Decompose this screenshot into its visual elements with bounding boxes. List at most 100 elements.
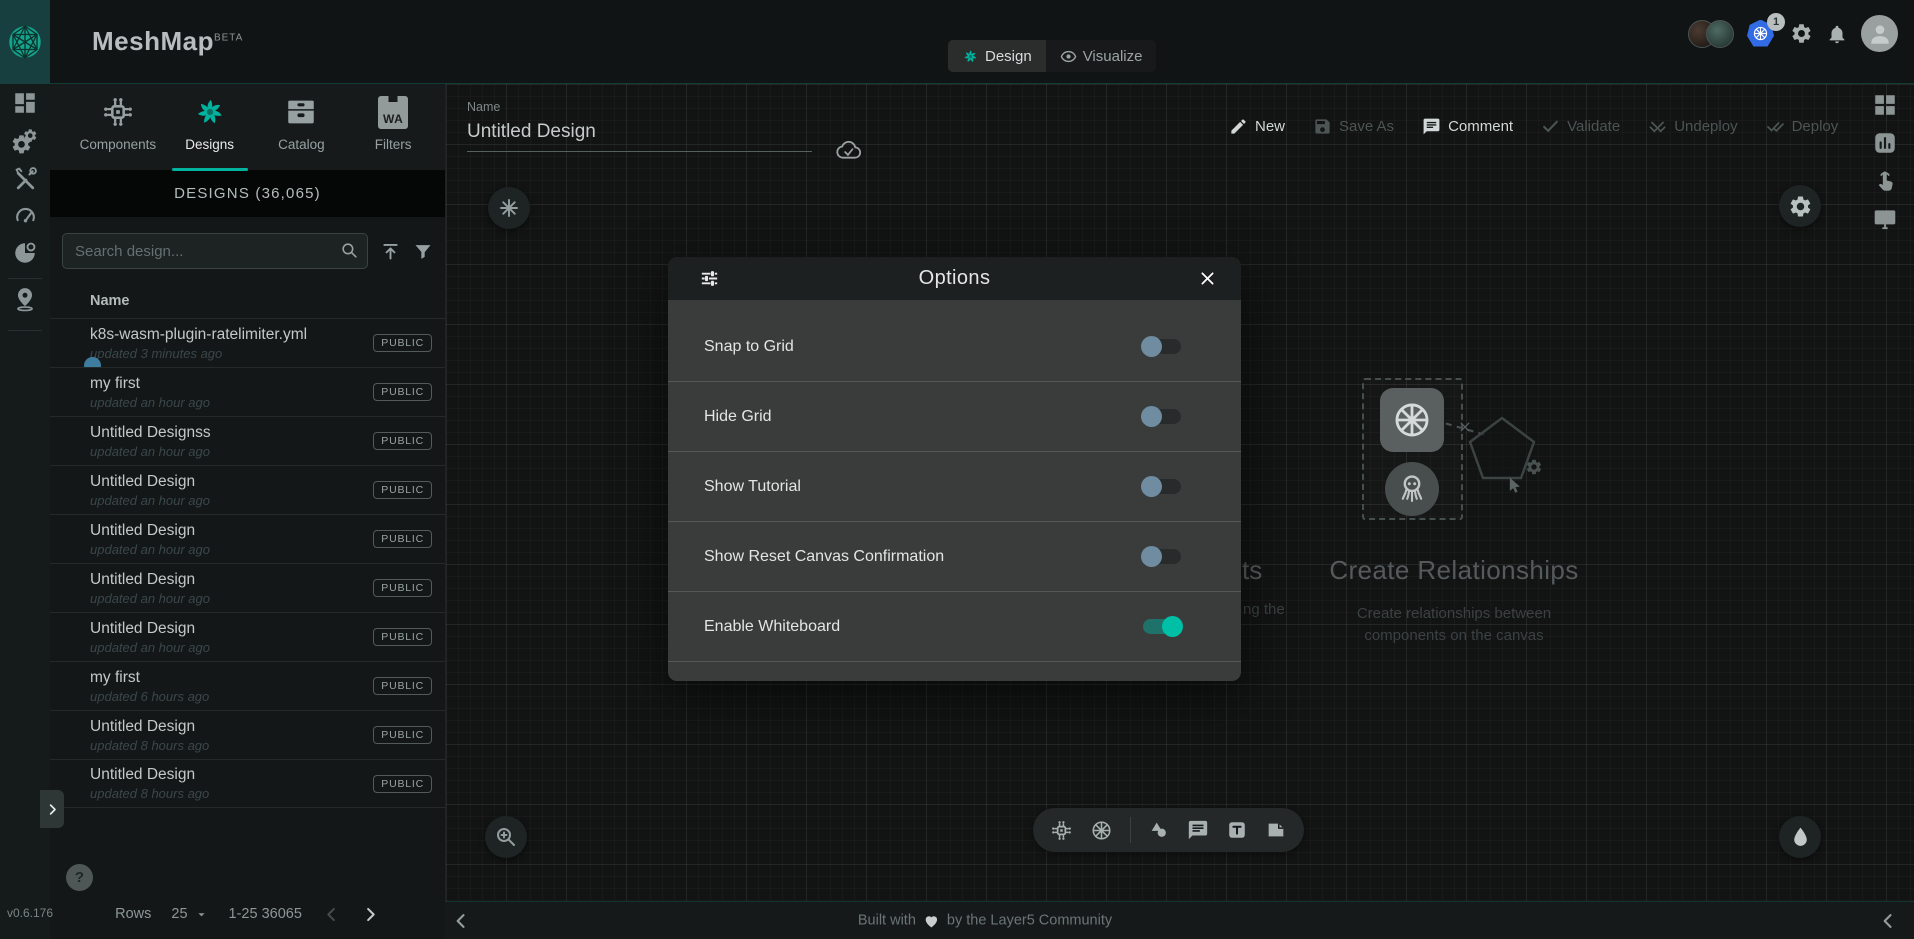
option-label: Snap to Grid xyxy=(704,338,794,356)
pencil-icon xyxy=(1229,117,1248,136)
rows-per-page-select[interactable]: 25 xyxy=(171,906,208,922)
option-label: Show Reset Canvas Confirmation xyxy=(704,548,944,566)
option-row: Show Tutorial xyxy=(668,452,1241,522)
design-name: Untitled Design xyxy=(90,718,373,736)
design-actions-toolbar: New Save As Comment Validate Undeploy De… xyxy=(1229,117,1838,136)
kubernetes-context[interactable]: 1 xyxy=(1747,20,1777,48)
analytics-icon[interactable] xyxy=(1872,130,1898,156)
components-tool-icon[interactable] xyxy=(1050,819,1073,842)
next-page-button[interactable] xyxy=(361,905,380,924)
option-toggle[interactable] xyxy=(1143,479,1181,494)
layer5-logo[interactable] xyxy=(0,0,50,84)
toolbar-action-button[interactable]: Undeploy xyxy=(1648,117,1737,136)
collaborator-avatar-2[interactable] xyxy=(1706,20,1734,48)
toolbar-action-button[interactable]: Validate xyxy=(1541,117,1620,136)
chevron-right-icon xyxy=(361,905,380,924)
display-icon[interactable] xyxy=(1872,206,1898,232)
toolbar-action-button[interactable]: Save As xyxy=(1313,117,1394,136)
nav-performance-gauge-icon[interactable] xyxy=(0,203,50,228)
drawer-icon xyxy=(284,93,318,131)
search-input[interactable] xyxy=(62,233,368,269)
widgets-icon[interactable] xyxy=(1872,92,1898,118)
option-label: Enable Whiteboard xyxy=(704,618,840,636)
nav-tab[interactable]: Components xyxy=(72,93,164,170)
visibility-badge: PUBLIC xyxy=(373,481,432,499)
design-list-item[interactable]: Untitled Design updated an hour ago PUBL… xyxy=(50,514,445,563)
design-list: k8s-wasm-plugin-ratelimiter.yml updated … xyxy=(50,318,445,808)
squid-icon xyxy=(1394,471,1430,507)
notifications-bell-icon[interactable] xyxy=(1826,23,1848,45)
mode-toggle[interactable]: Design xyxy=(948,40,1046,72)
design-name-input[interactable] xyxy=(467,121,812,152)
canvas-config-button[interactable] xyxy=(488,187,530,229)
touch-interact-icon[interactable] xyxy=(1872,168,1898,194)
drawer-expand-button[interactable] xyxy=(40,790,64,828)
onboarding-kubernetes-node xyxy=(1380,388,1444,452)
onboarding-subtitle-line2: components on the canvas xyxy=(1304,625,1604,647)
filter-funnel-icon[interactable] xyxy=(413,241,433,261)
help-button[interactable]: ? xyxy=(66,864,93,891)
kubernetes-tool-icon[interactable] xyxy=(1090,819,1113,842)
design-list-item[interactable]: Untitled Design updated an hour ago PUBL… xyxy=(50,563,445,612)
search-row xyxy=(62,233,433,269)
collapse-right-button[interactable] xyxy=(1878,911,1898,931)
mode-toggle[interactable]: Visualize xyxy=(1046,40,1157,72)
design-updated: updated an hour ago xyxy=(90,493,373,508)
nav-mesh-pie-icon[interactable] xyxy=(0,240,50,266)
canvas-settings-button[interactable] xyxy=(1779,185,1821,227)
nav-kanvas-pin-icon[interactable] xyxy=(0,286,50,312)
magnifier-plus-icon xyxy=(494,825,518,849)
design-list-item[interactable]: Untitled Design updated 8 hours ago PUBL… xyxy=(50,759,445,808)
nav-lifecycle-gears-icon[interactable] xyxy=(0,128,50,156)
deploy-drop-button[interactable] xyxy=(1779,816,1821,858)
chevron-right-icon xyxy=(45,802,60,817)
collaborator-avatars xyxy=(1688,20,1734,48)
option-toggle[interactable] xyxy=(1143,409,1181,424)
nav-tab[interactable]: Designs xyxy=(164,93,256,170)
design-list-item[interactable]: k8s-wasm-plugin-ratelimiter.yml updated … xyxy=(50,318,445,367)
chevron-left-icon xyxy=(1878,911,1898,931)
design-list-item[interactable]: my first updated 6 hours ago PUBLIC xyxy=(50,661,445,710)
design-list-item[interactable]: my first updated an hour ago PUBLIC xyxy=(50,367,445,416)
cloud-saved-icon xyxy=(835,138,862,165)
visibility-badge: PUBLIC xyxy=(373,432,432,450)
options-modal: Options Snap to Grid Hide Grid Show Tuto… xyxy=(668,257,1241,681)
nav-toolkit-icon[interactable] xyxy=(0,166,50,191)
nav-dashboard-icon[interactable] xyxy=(0,90,50,116)
text-tool-icon[interactable] xyxy=(1226,819,1248,841)
toolbar-action-button[interactable]: New xyxy=(1229,117,1285,136)
nav-tab[interactable]: Catalog xyxy=(256,93,348,170)
design-list-item[interactable]: Untitled Design updated 8 hours ago PUBL… xyxy=(50,710,445,759)
wa-icon: WA xyxy=(378,93,408,131)
option-toggle[interactable] xyxy=(1143,339,1181,354)
pagination-range: 1-25 36065 xyxy=(229,906,302,922)
nav-tab[interactable]: WA Filters xyxy=(347,93,439,170)
settings-gear-icon[interactable] xyxy=(1790,22,1813,45)
comment-tool-icon[interactable] xyxy=(1187,819,1209,841)
shapes-tool-icon[interactable] xyxy=(1148,819,1170,841)
prev-page-button[interactable] xyxy=(322,905,341,924)
toolbar-action-button[interactable]: Comment xyxy=(1422,117,1513,136)
zoom-button[interactable] xyxy=(485,816,527,858)
design-list-item[interactable]: Untitled Designss updated an hour ago PU… xyxy=(50,416,445,465)
toolbar-action-button[interactable]: Deploy xyxy=(1766,117,1839,136)
design-name-block: Name xyxy=(467,100,812,152)
option-toggle[interactable] xyxy=(1143,549,1181,564)
design-list-item[interactable]: Untitled Design updated an hour ago PUBL… xyxy=(50,612,445,661)
onboarding-title: Create Relationships xyxy=(1304,555,1604,586)
rail-divider xyxy=(8,330,42,331)
onboarding-subtitle-line1: Create relationships between xyxy=(1304,603,1604,625)
option-toggle[interactable] xyxy=(1143,619,1181,634)
design-name: k8s-wasm-plugin-ratelimiter.yml xyxy=(90,326,373,344)
design-updated: updated 8 hours ago xyxy=(90,738,373,753)
media-tool-icon[interactable] xyxy=(1265,819,1287,841)
status-bar: Built with by the Layer5 Community xyxy=(445,901,1914,939)
canvas-bottom-toolbar xyxy=(1033,808,1304,852)
import-design-icon[interactable] xyxy=(380,241,401,262)
design-list-item[interactable]: Untitled Design updated an hour ago PUBL… xyxy=(50,465,445,514)
design-updated: updated an hour ago xyxy=(90,395,373,410)
design-name: my first xyxy=(90,669,373,687)
close-icon[interactable] xyxy=(1198,269,1217,288)
profile-avatar[interactable] xyxy=(1861,15,1898,52)
collapse-left-button[interactable] xyxy=(451,911,471,931)
